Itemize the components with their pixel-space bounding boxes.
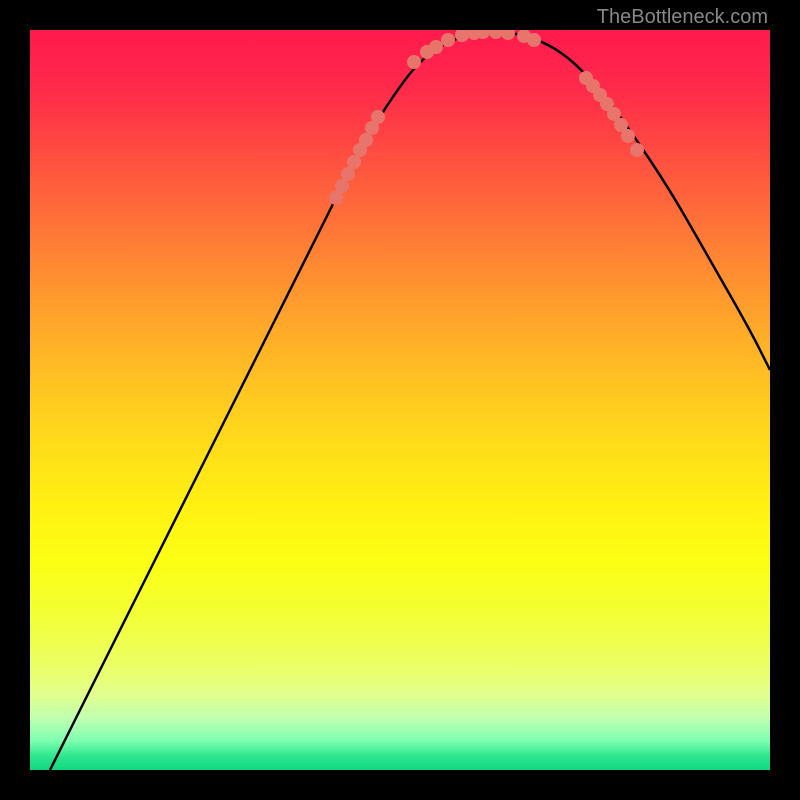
marker-dot (441, 33, 455, 47)
marker-dot (455, 30, 469, 42)
marker-dot (335, 179, 349, 193)
markers-group (329, 30, 644, 205)
chart-container: TheBottleneck.com (0, 0, 800, 800)
marker-dot (371, 110, 385, 124)
marker-dot (501, 30, 515, 40)
marker-dot (527, 33, 541, 47)
bottleneck-curve-path (50, 32, 770, 770)
curve-svg (30, 30, 770, 770)
marker-dot (359, 133, 373, 147)
marker-dot (329, 191, 343, 205)
marker-dot (429, 40, 443, 54)
marker-dot (621, 129, 635, 143)
watermark-text: TheBottleneck.com (597, 6, 768, 29)
plot-area (30, 30, 770, 770)
marker-dot (489, 30, 503, 39)
marker-dot (347, 155, 361, 169)
marker-dot (407, 55, 421, 69)
marker-dot (630, 143, 644, 157)
marker-dot (341, 167, 355, 181)
